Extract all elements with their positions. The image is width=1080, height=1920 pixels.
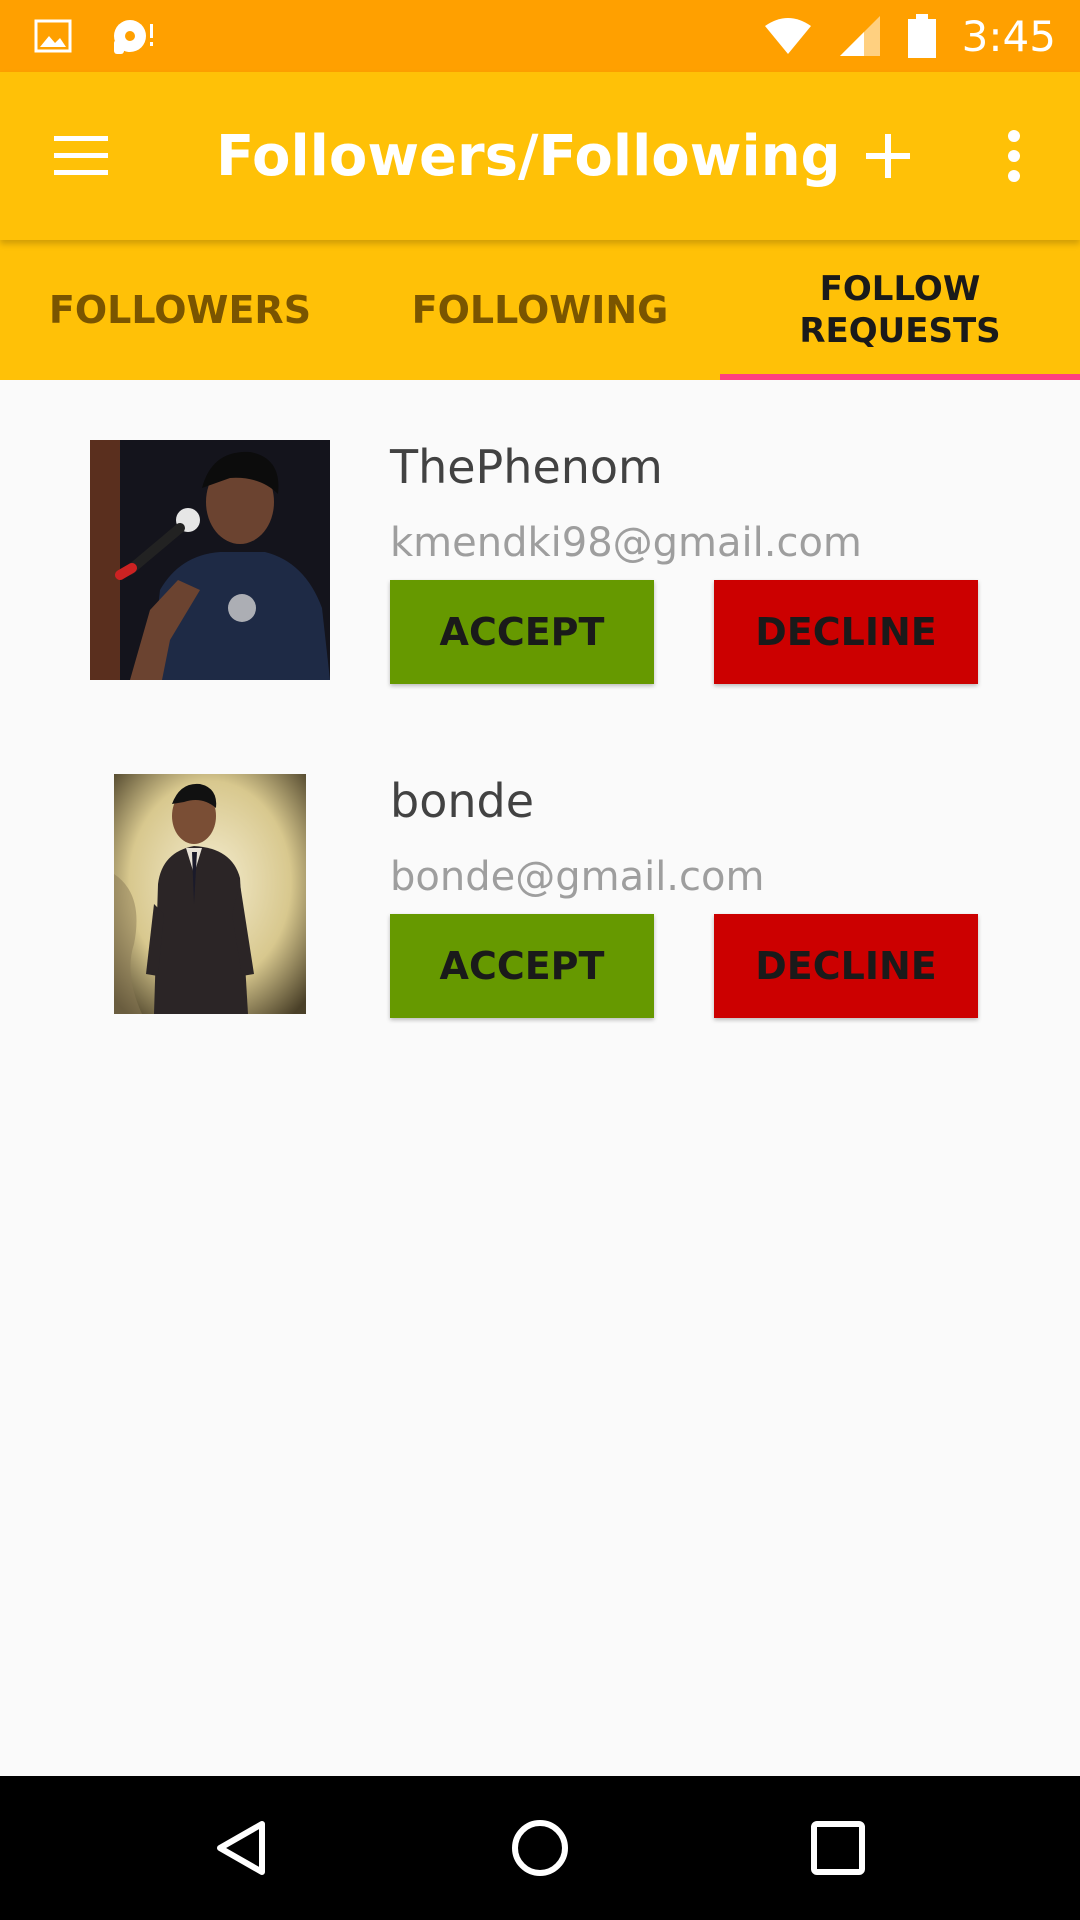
cell-signal-icon — [839, 16, 880, 56]
username: ThePhenom — [390, 440, 663, 494]
app-title: Followers/Following — [216, 124, 841, 189]
clock: 3:45 — [961, 11, 1056, 61]
wifi-icon — [764, 18, 811, 54]
accept-button[interactable]: ACCEPT — [390, 914, 654, 1018]
music-notification-icon — [114, 20, 153, 54]
more-options-icon[interactable] — [1000, 130, 1028, 182]
decline-button[interactable]: DECLINE — [714, 914, 978, 1018]
status-bar: 3:45 — [0, 0, 1080, 72]
tab-bar: FOLLOWERS FOLLOWING FOLLOW REQUESTS — [0, 240, 1080, 380]
tab-following[interactable]: FOLLOWING — [360, 240, 720, 380]
tab-follow-requests[interactable]: FOLLOW REQUESTS — [720, 240, 1080, 380]
avatar[interactable] — [114, 774, 306, 1014]
accept-button[interactable]: ACCEPT — [390, 580, 654, 684]
tab-indicator — [720, 374, 1080, 380]
tab-followers[interactable]: FOLLOWERS — [0, 240, 360, 380]
navigation-bar — [0, 1776, 1080, 1920]
recent-apps-icon[interactable] — [810, 1820, 866, 1876]
image-notification-icon — [34, 19, 72, 53]
app-bar: Followers/Following — [0, 72, 1080, 240]
user-email: bonde@gmail.com — [390, 854, 765, 900]
user-email: kmendki98@gmail.com — [390, 520, 862, 566]
back-icon[interactable] — [212, 1818, 272, 1878]
home-icon[interactable] — [510, 1818, 570, 1878]
username: bonde — [390, 774, 534, 828]
list-item: bonde bonde@gmail.com ACCEPT DECLINE — [0, 744, 1080, 1018]
battery-icon — [907, 14, 936, 58]
hamburger-menu-icon[interactable] — [50, 132, 112, 180]
add-icon[interactable] — [864, 132, 912, 180]
decline-button[interactable]: DECLINE — [714, 580, 978, 684]
avatar[interactable] — [90, 440, 330, 680]
list-item: ThePhenom kmendki98@gmail.com ACCEPT DEC… — [0, 410, 1080, 684]
